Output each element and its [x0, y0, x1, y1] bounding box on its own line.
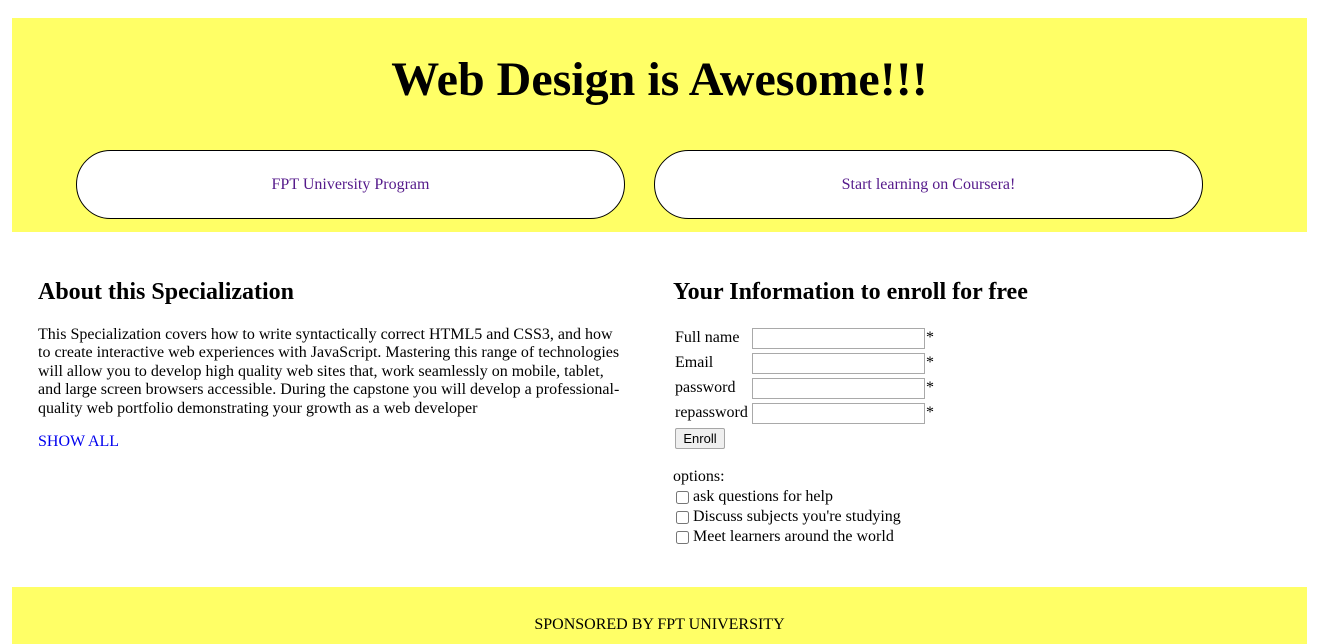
password-row: password *	[675, 377, 934, 399]
footer-banner: SPONSORED BY FPT UNIVERSITY	[12, 587, 1307, 644]
email-label: Email	[675, 354, 714, 371]
option-label: Discuss subjects you're studying	[693, 508, 901, 525]
header-banner: Web Design is Awesome!!! FPT University …	[12, 18, 1307, 232]
about-section: About this Specialization This Specializ…	[38, 278, 624, 451]
option-checkbox[interactable]	[676, 490, 689, 504]
email-field[interactable]	[752, 352, 925, 374]
option-checkbox[interactable]	[676, 530, 689, 544]
password-label: password	[675, 379, 736, 396]
option-ask-questions[interactable]: ask questions for help	[676, 487, 833, 507]
required-mark: *	[926, 379, 934, 396]
enroll-heading: Your Information to enroll for free	[673, 279, 1028, 305]
password-field[interactable]	[752, 377, 925, 399]
required-mark: *	[926, 404, 934, 421]
show-all-link[interactable]: SHOW ALL	[38, 433, 119, 451]
email-row: Email *	[675, 352, 934, 374]
about-heading: About this Specialization	[38, 279, 295, 305]
option-checkbox[interactable]	[676, 510, 689, 524]
full-name-label: Full name	[675, 329, 740, 346]
options-label: options:	[673, 468, 725, 485]
about-text: This Specialization covers how to write …	[38, 326, 620, 417]
option-label: Meet learners around the world	[693, 528, 894, 545]
fpt-university-program-link[interactable]: FPT University Program	[76, 150, 625, 219]
option-meet-learners[interactable]: Meet learners around the world	[676, 527, 894, 547]
full-name-field[interactable]	[752, 327, 925, 349]
required-mark: *	[926, 354, 934, 371]
full-name-row: Full name *	[675, 327, 934, 349]
repassword-row: repassword *	[675, 402, 934, 424]
option-label: ask questions for help	[693, 488, 833, 505]
coursera-link[interactable]: Start learning on Coursera!	[654, 150, 1203, 219]
footer-text: SPONSORED BY FPT UNIVERSITY	[534, 616, 785, 633]
enroll-section: Your Information to enroll for free Full…	[673, 278, 1273, 545]
repassword-field[interactable]	[752, 402, 925, 424]
repassword-label: repassword	[675, 404, 748, 421]
option-discuss-subjects[interactable]: Discuss subjects you're studying	[676, 507, 901, 527]
page-title: Web Design is Awesome!!!	[391, 53, 928, 106]
enroll-button[interactable]: Enroll	[675, 428, 725, 449]
required-mark: *	[926, 329, 934, 346]
